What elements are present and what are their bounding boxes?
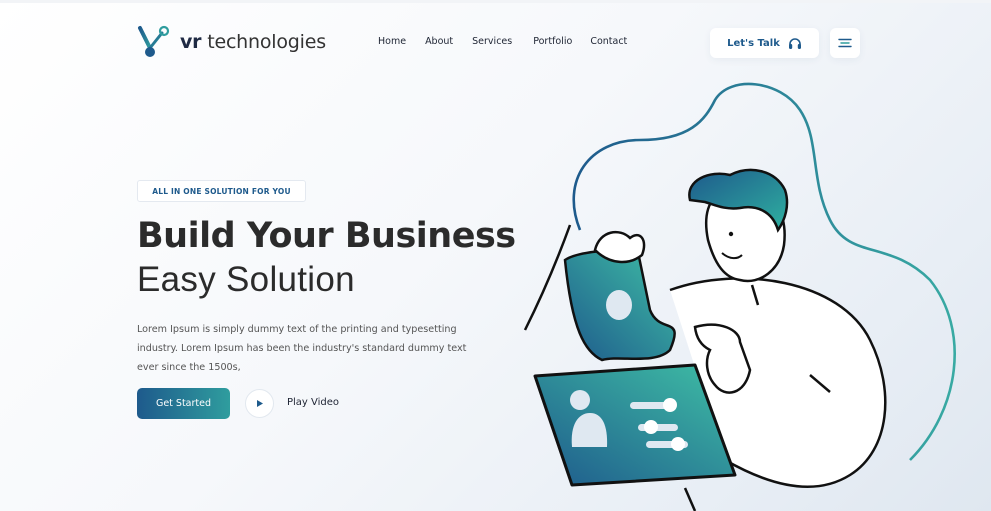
nav-home[interactable]: Home (378, 36, 406, 47)
logo[interactable]: vr technologies (134, 24, 326, 60)
play-icon (256, 400, 263, 407)
lets-talk-button[interactable]: Let's Talk (710, 28, 819, 58)
logo-icon (138, 25, 170, 57)
nav-services[interactable]: Services (472, 36, 512, 47)
get-started-button[interactable]: Get Started (137, 388, 230, 419)
hamburger-menu-button[interactable] (830, 28, 860, 58)
hero-illustration (523, 82, 956, 511)
lets-talk-label: Let's Talk (727, 37, 780, 49)
brand-name: vr technologies (180, 31, 326, 53)
hero-description: Lorem Ipsum is simply dummy text of the … (137, 324, 467, 373)
headphones-icon (788, 37, 801, 49)
play-video-label[interactable]: Play Video (287, 397, 339, 408)
main-nav: Home About Services Portfolio Contact (378, 36, 627, 47)
hero-subtitle: Easy Solution (137, 260, 355, 299)
hero-title: Build Your Business (137, 216, 516, 256)
nav-contact[interactable]: Contact (590, 36, 627, 47)
top-strip (0, 0, 991, 3)
play-video-button[interactable] (245, 389, 274, 418)
nav-about[interactable]: About (425, 36, 453, 47)
hero-badge: ALL IN ONE SOLUTION FOR YOU (137, 180, 306, 202)
nav-portfolio[interactable]: Portfolio (533, 36, 572, 47)
hamburger-menu-icon (838, 38, 852, 48)
